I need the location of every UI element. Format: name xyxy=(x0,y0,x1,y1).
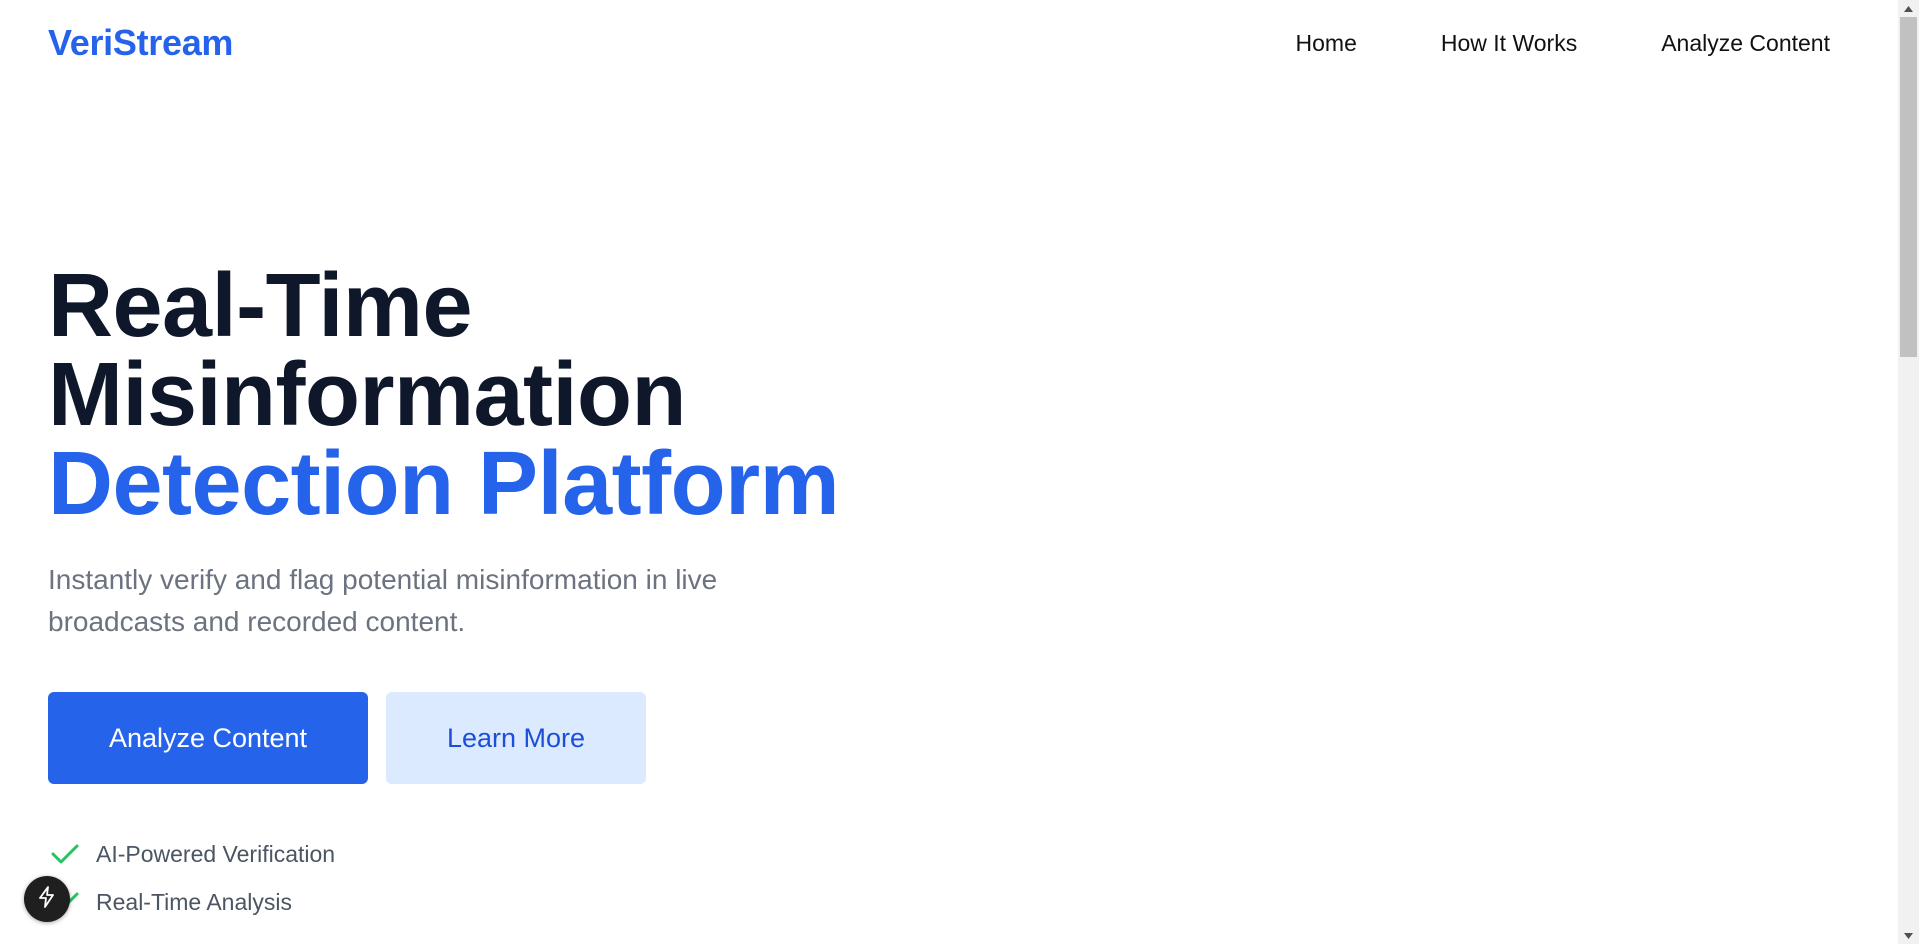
logo[interactable]: VeriStream xyxy=(48,22,233,64)
page: VeriStream Home How It Works Analyze Con… xyxy=(0,0,1919,944)
nav-analyze-content[interactable]: Analyze Content xyxy=(1661,30,1830,57)
hero-title: Real-Time Misinformation Detection Platf… xyxy=(48,256,840,534)
feature-label: Real-Time Analysis xyxy=(96,888,292,915)
lightning-bolt-icon xyxy=(35,885,59,914)
scroll-up-arrow-icon[interactable] xyxy=(1898,0,1919,17)
hero-title-accent: Detection Platform xyxy=(48,434,840,534)
hero-subtitle: Instantly verify and flag potential misi… xyxy=(48,564,718,637)
hero-title-line-2: Misinformation xyxy=(48,345,687,445)
feature-item: Real-Time Analysis xyxy=(48,878,335,926)
learn-more-button[interactable]: Learn More xyxy=(386,692,646,784)
dev-tools-button[interactable] xyxy=(24,876,70,922)
feature-item: AI-Powered Verification xyxy=(48,830,335,878)
feature-label: AI-Powered Verification xyxy=(96,840,336,867)
nav-how-it-works[interactable]: How It Works xyxy=(1441,30,1577,57)
nav-home[interactable]: Home xyxy=(1296,30,1357,57)
vertical-scrollbar[interactable] xyxy=(1898,0,1919,944)
hero-title-line-1: Real-Time xyxy=(48,256,473,356)
site-header: VeriStream Home How It Works Analyze Con… xyxy=(0,0,1898,86)
scrollbar-thumb[interactable] xyxy=(1900,17,1917,357)
feature-list: AI-Powered Verification Real-Time Analys… xyxy=(48,830,335,926)
analyze-content-button[interactable]: Analyze Content xyxy=(48,692,368,784)
scroll-down-arrow-icon[interactable] xyxy=(1898,927,1919,944)
main-nav: Home How It Works Analyze Content xyxy=(1296,30,1830,57)
check-icon xyxy=(48,839,82,869)
